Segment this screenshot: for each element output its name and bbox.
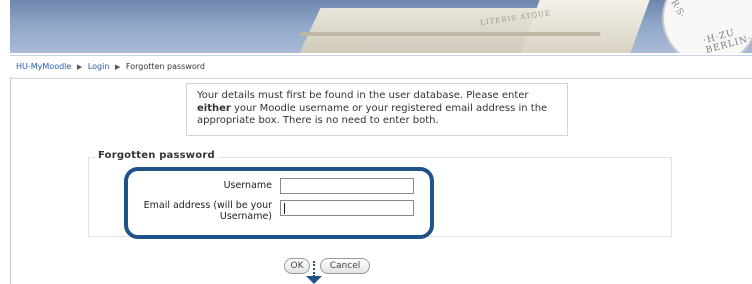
instructions-text-start: Your details must first be found in the … <box>197 90 529 101</box>
instructions-text-end: your Moodle username or your registered … <box>197 102 548 127</box>
forgotten-password-fieldset <box>88 157 672 237</box>
breadcrumb-login-link[interactable]: Login <box>88 62 110 71</box>
instructions-box: Your details must first be found in the … <box>186 83 568 136</box>
email-input[interactable] <box>280 200 414 216</box>
username-label: Username <box>223 180 272 191</box>
email-label: Email address (will be your Username) <box>126 200 272 222</box>
email-label-line1: Email address (will be your <box>143 200 272 211</box>
arrow-down-icon <box>306 276 322 284</box>
building-facade-right <box>520 0 650 53</box>
ok-button[interactable]: OK <box>284 258 310 274</box>
instructions-emphasis: either <box>197 102 231 114</box>
email-label-line2: Username) <box>219 211 272 222</box>
breadcrumb-separator-icon: ▶ <box>114 63 121 71</box>
fieldset-legend: Forgotten password <box>95 150 218 161</box>
building-cornice <box>299 32 601 36</box>
cancel-button[interactable]: Cancel <box>320 258 370 274</box>
header-banner: LITERIS ATQUE R·S· ·H·ZU BERLIN· <box>10 0 752 53</box>
username-input[interactable] <box>280 178 414 194</box>
text-cursor <box>284 203 285 214</box>
breadcrumb-current: Forgotten password <box>125 62 205 71</box>
pointer-arrow-line <box>313 261 317 277</box>
breadcrumb-home-link[interactable]: HU-MyMoodle <box>16 62 71 71</box>
breadcrumb: HU-MyMoodle ▶ Login ▶ Forgotten password <box>10 55 752 79</box>
breadcrumb-separator-icon: ▶ <box>76 63 83 71</box>
page-left-border <box>10 77 11 284</box>
